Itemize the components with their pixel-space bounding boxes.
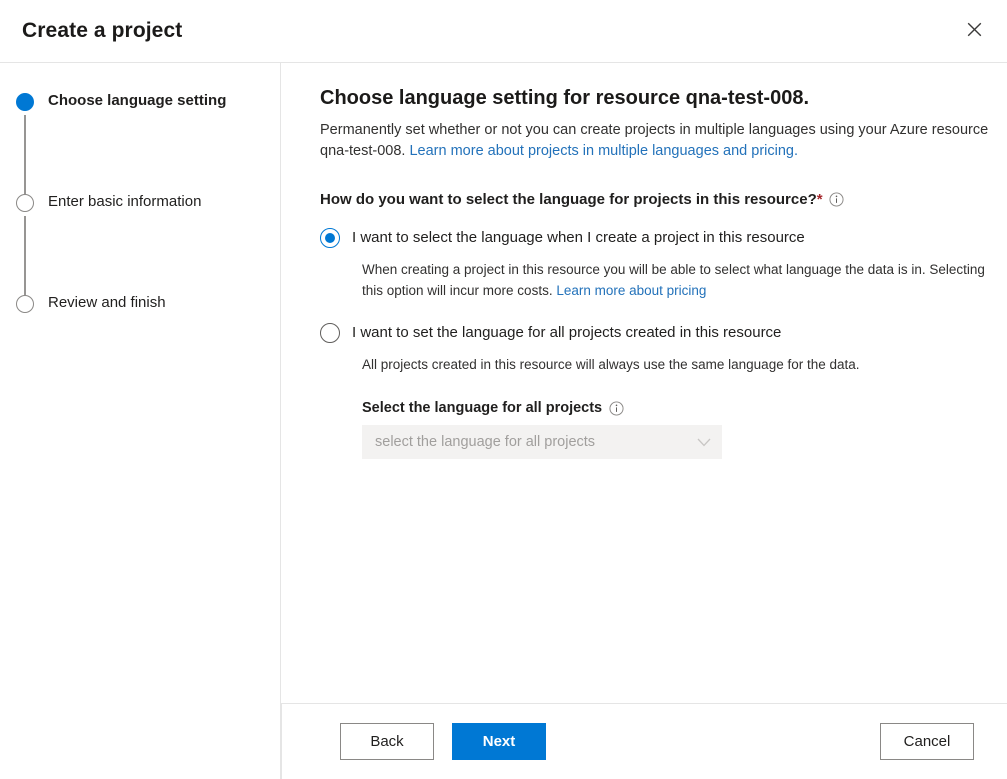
- radio-option-set-for-all-projects[interactable]: I want to set the language for all proje…: [320, 323, 991, 343]
- close-icon: [967, 22, 982, 40]
- learn-more-languages-pricing-link[interactable]: Learn more about projects in multiple la…: [409, 143, 798, 159]
- radio-option-select-per-project[interactable]: I want to select the language when I cre…: [320, 228, 991, 248]
- info-icon[interactable]: [609, 401, 624, 416]
- sidebar-item-enter-basic-information[interactable]: Enter basic information: [0, 164, 280, 265]
- cancel-button[interactable]: Cancel: [880, 723, 974, 760]
- language-dropdown-block: Select the language for all projects sel…: [362, 400, 991, 459]
- chevron-down-icon: [697, 438, 711, 447]
- next-button[interactable]: Next: [452, 723, 546, 760]
- step-list: Choose language setting Enter basic info…: [0, 63, 280, 366]
- radio-option-label: I want to select the language when I cre…: [352, 228, 805, 248]
- content-description: Permanently set whether or not you can c…: [320, 120, 991, 162]
- question-label: How do you want to select the language f…: [320, 191, 823, 208]
- learn-more-pricing-link[interactable]: Learn more about pricing: [556, 283, 706, 298]
- step-marker-pending-icon: [16, 194, 34, 212]
- dialog-header: Create a project: [0, 0, 1007, 63]
- sidebar-item-review-and-finish[interactable]: Review and finish: [0, 265, 280, 366]
- language-setting-radio-group[interactable]: I want to select the language when I cre…: [320, 228, 991, 459]
- step-marker-pending-icon: [16, 295, 34, 313]
- question-label-row: How do you want to select the language f…: [320, 191, 991, 208]
- radio-inner-dot: [325, 233, 335, 243]
- back-button[interactable]: Back: [340, 723, 434, 760]
- radio-unchecked-icon: [320, 323, 340, 343]
- wizard-sidebar: Choose language setting Enter basic info…: [0, 63, 281, 779]
- radio-option-label: I want to set the language for all proje…: [352, 323, 781, 343]
- sidebar-item-choose-language-setting[interactable]: Choose language setting: [0, 63, 280, 164]
- content-heading: Choose language setting for resource qna…: [320, 85, 991, 111]
- sidebar-item-label: Enter basic information: [48, 164, 201, 211]
- language-select-dropdown[interactable]: select the language for all projects: [362, 425, 722, 459]
- dropdown-placeholder: select the language for all projects: [375, 434, 595, 450]
- dialog-footer: Back Next Cancel: [282, 703, 1007, 779]
- sidebar-item-label: Choose language setting: [48, 63, 226, 110]
- dropdown-label-row: Select the language for all projects: [362, 400, 991, 416]
- sidebar-item-label: Review and finish: [48, 265, 166, 312]
- radio-option-help-text: All projects created in this resource wi…: [362, 354, 991, 375]
- required-asterisk: *: [817, 191, 823, 208]
- step-marker-active-icon: [16, 93, 34, 111]
- page-title: Create a project: [22, 19, 182, 43]
- radio-help-text: All projects created in this resource wi…: [362, 357, 860, 372]
- question-label-text: How do you want to select the language f…: [320, 191, 817, 208]
- radio-option-help-text: When creating a project in this resource…: [362, 259, 991, 301]
- dropdown-label: Select the language for all projects: [362, 400, 602, 416]
- info-icon[interactable]: [829, 192, 844, 207]
- close-button[interactable]: [955, 12, 993, 50]
- radio-checked-icon: [320, 228, 340, 248]
- footer-left-actions: Back Next: [340, 723, 546, 760]
- main-content: Choose language setting for resource qna…: [282, 63, 1007, 703]
